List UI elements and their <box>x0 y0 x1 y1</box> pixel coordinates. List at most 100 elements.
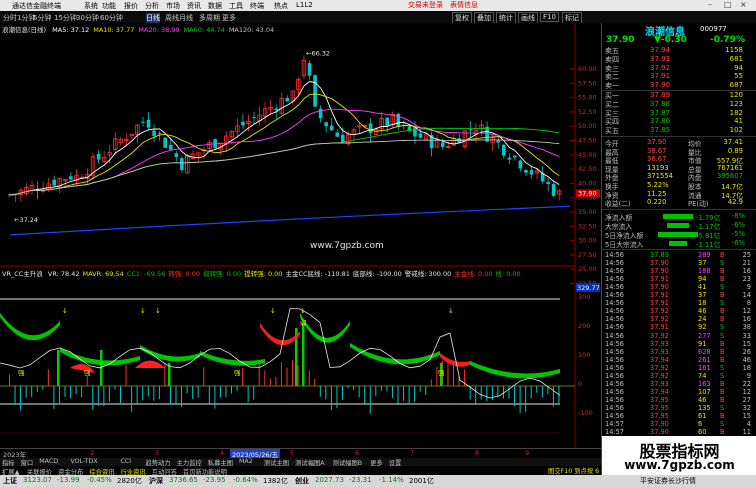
chart-area[interactable]: 60.00 57.50 55.00 52.50 50.00 47.50 45.00 42.50… <box>0 23 601 458</box>
index-quote: -23.31 <box>349 476 372 484</box>
sell-volume: 687 <box>729 81 743 90</box>
tick-row: 14:56 37.90 37 S 21 <box>602 259 756 267</box>
tick-price: 37.90 <box>650 420 669 429</box>
buy-row[interactable]: 买五 37.85 102 <box>602 126 756 135</box>
sell-row[interactable]: 卖二 37.91 55 <box>602 72 756 81</box>
sell-row[interactable]: 卖四 37.93 681 <box>602 55 756 64</box>
menu-item[interactable]: 市场 <box>166 1 180 11</box>
period-tab[interactable]: 60分钟 <box>100 13 123 23</box>
date-tick: 3 <box>155 449 160 457</box>
tick-side: B <box>720 387 725 396</box>
stat-value: 13193 <box>647 163 669 172</box>
price-axis-label: 60.00 <box>578 65 597 73</box>
period-tab[interactable]: 日线 <box>146 13 160 23</box>
tick-volume: 628 <box>698 347 711 356</box>
hint-text: 图交F10 到点按 6 <box>548 468 600 475</box>
indicator-axis-label: 0 <box>578 380 582 388</box>
index-quote: -1.14% <box>379 476 404 484</box>
restore-icon[interactable]: □ <box>724 0 732 9</box>
quote-panel: 浪潮信息 000977 37.90 ▼-0.30 -0.79% 卖五 37.94 1… <box>601 23 756 475</box>
tick-volume: 18 <box>698 299 707 308</box>
indicator-value: 主金线: 0.00 <box>454 270 493 278</box>
menu-item[interactable]: 热点 <box>274 1 288 11</box>
tick-row: 14:56 37.91 92 S 38 <box>602 323 756 331</box>
tick-volume: 6 <box>698 420 703 429</box>
period-tab[interactable]: 15分钟 <box>54 13 77 23</box>
stat-value: 37.41 <box>723 138 743 146</box>
indicator-value: 弱转强: 0.00 <box>202 270 242 278</box>
stock-chart-title: 浪潮信息(日线) <box>2 26 47 34</box>
tick-side: B <box>720 291 725 300</box>
indicator-tab[interactable]: MA2 <box>239 458 253 465</box>
tick-time: 14:57 <box>605 420 625 429</box>
tick-time: 14:56 <box>605 371 625 380</box>
period-tab[interactable]: 更多 <box>222 13 236 23</box>
tick-side: B <box>720 307 725 316</box>
period-tab[interactable]: 周线 <box>165 13 179 23</box>
menu-item[interactable]: 系统 <box>84 1 98 11</box>
indicator-tab[interactable]: MACD <box>39 458 58 465</box>
period-tab[interactable]: 月线 <box>179 13 193 23</box>
ma-value: MA10: 37.77 <box>93 26 135 34</box>
tick-time: 14:56 <box>605 315 625 324</box>
menu-item[interactable]: 资讯 <box>187 1 201 11</box>
period-tab[interactable]: 分时 <box>3 13 17 23</box>
stat-value: 42.9 <box>727 198 743 207</box>
tick-time: 14:56 <box>605 283 625 292</box>
menu-item[interactable]: L1L2 <box>296 1 313 9</box>
signal-arrow: ↓ <box>155 307 161 315</box>
indicator-tab[interactable]: VOL-TDX <box>70 458 97 465</box>
quote-price-row: 37.90 ▼-0.30 -0.79% <box>602 35 756 45</box>
menu-item[interactable]: 分析 <box>145 1 159 11</box>
buy-price: 37.88 <box>650 99 671 108</box>
indicator-tab[interactable]: CCI <box>121 458 132 465</box>
period-tab[interactable]: 30分钟 <box>76 13 99 23</box>
close-icon[interactable]: × <box>740 0 747 9</box>
signal-arrow: ↓ <box>300 307 306 315</box>
buy-row[interactable]: 买三 37.87 182 <box>602 109 756 118</box>
tick-row: 14:56 37.94 261 B 46 <box>602 356 756 364</box>
tick-count: 22 <box>742 379 751 388</box>
tick-row: 14:56 37.93 628 B 26 <box>602 348 756 356</box>
menu-item[interactable]: 工具 <box>229 1 243 11</box>
price-axis-label: 45.00 <box>578 151 597 159</box>
buy-row[interactable]: 买二 37.88 123 <box>602 100 756 109</box>
login-alert[interactable]: 交易未登录 <box>408 0 443 10</box>
tick-count: 12 <box>742 387 751 396</box>
tick-price: 37.91 <box>650 299 669 308</box>
sell-row[interactable]: 卖三 37.92 94 <box>602 64 756 73</box>
buy-label: 买五 <box>605 127 619 136</box>
toolbar-button[interactable]: F10 <box>540 12 559 22</box>
buy-row[interactable]: 买一 37.89 120 <box>602 91 756 100</box>
menu-item[interactable]: 数据 <box>208 1 222 11</box>
sell-row[interactable]: 卖一 37.90 687 <box>602 81 756 90</box>
sell-price: 37.92 <box>650 63 671 72</box>
menu-item[interactable]: 终端 <box>250 1 264 11</box>
tick-volume: 41 <box>698 283 707 292</box>
menu-item[interactable]: 功能 <box>102 1 116 11</box>
stat-value: 371554 <box>647 172 673 181</box>
date-tick: 2 <box>90 449 95 457</box>
indicator-current-value: 329.77 <box>577 284 600 292</box>
stat-row: 现量 13193 总量 767161 <box>602 163 756 174</box>
minimize-icon[interactable]: – <box>708 0 712 9</box>
sell-row[interactable]: 卖五 37.94 1158 <box>602 46 756 55</box>
period-tab[interactable]: 5分钟 <box>33 13 51 23</box>
tick-side: S <box>720 371 725 380</box>
period-tab[interactable]: 多周期 <box>199 13 220 23</box>
flow-pct: -6% <box>731 221 745 229</box>
tick-count: 8 <box>746 299 751 308</box>
index-quote: 3123.07 <box>23 476 52 484</box>
sell-price: 37.93 <box>650 54 671 63</box>
tick-price: 37.91 <box>650 291 669 300</box>
panel-pct: -0.79% <box>710 35 745 45</box>
tick-count: 32 <box>742 403 751 412</box>
tick-volume: 60 <box>698 428 707 437</box>
stat-value: 0.220 <box>647 198 667 207</box>
buy-row[interactable]: 买四 37.86 41 <box>602 117 756 126</box>
tick-side: B <box>720 267 725 276</box>
menu-item[interactable]: 报价 <box>124 1 138 11</box>
trade-info-link[interactable]: 表情信息 <box>450 0 478 10</box>
buy-price: 37.89 <box>650 91 671 99</box>
tick-volume: 91 <box>698 339 707 348</box>
